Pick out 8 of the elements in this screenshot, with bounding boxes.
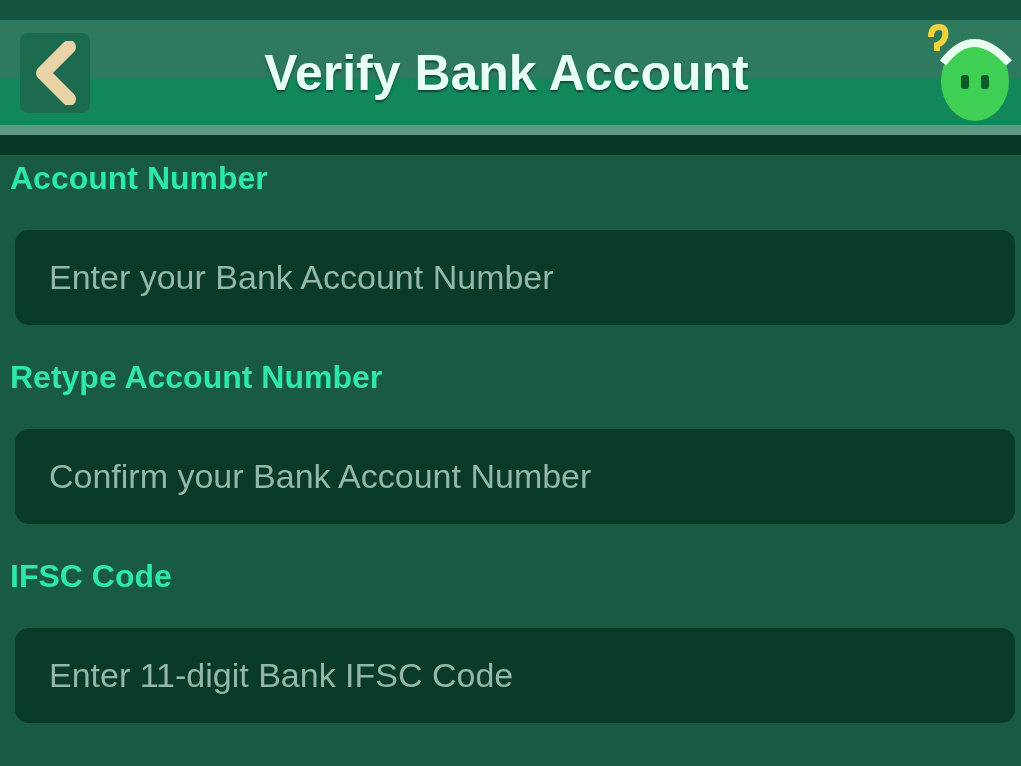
field-label: Retype Account Number	[10, 359, 384, 396]
field-label: IFSC Code	[10, 558, 173, 595]
input-field[interactable]: Enter 11-digit Bank IFSC Code	[15, 628, 1015, 723]
page-title: Verify Bank Account	[264, 43, 749, 102]
input-field[interactable]: Enter your Bank Account Number	[15, 230, 1015, 325]
input-field[interactable]: Confirm your Bank Account Number	[15, 429, 1015, 524]
back-button[interactable]	[20, 32, 90, 113]
field-label: Account Number	[10, 160, 269, 197]
